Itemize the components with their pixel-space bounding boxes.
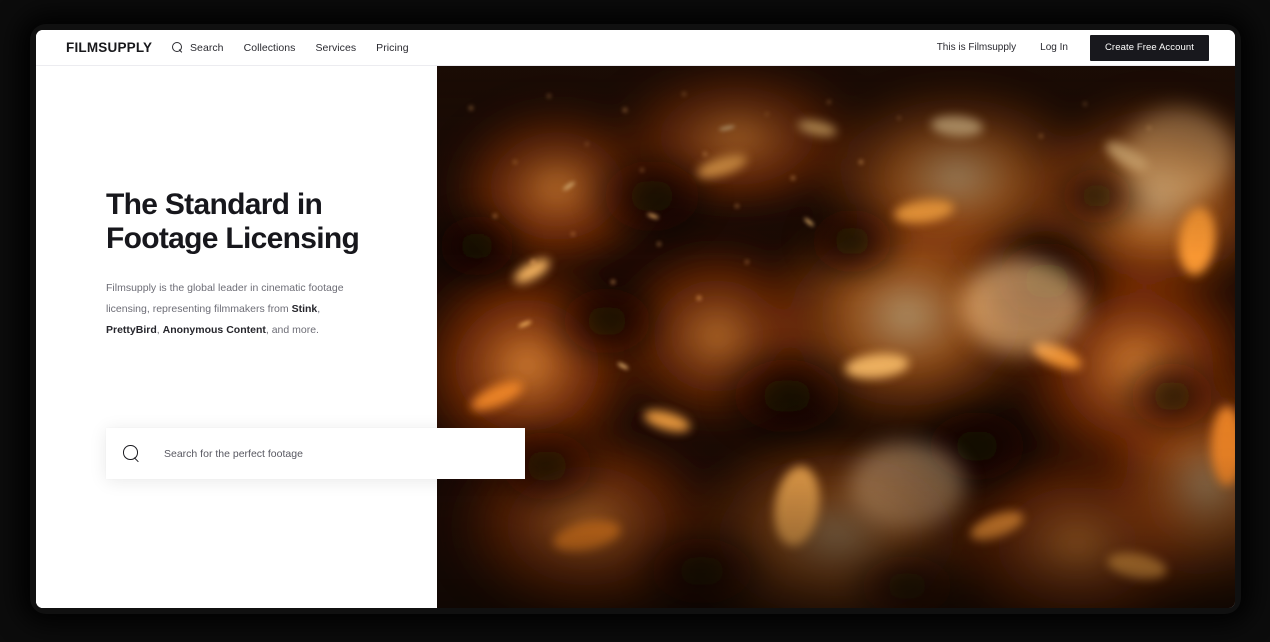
search-icon xyxy=(172,41,184,54)
brand-logo[interactable]: FILMSUPPLY xyxy=(66,40,152,55)
top-navigation-bar: FILMSUPPLY Search Collections Services P… xyxy=(36,30,1235,66)
nav-link-label-search: Search xyxy=(190,41,224,54)
nav-item-services[interactable]: Services xyxy=(316,42,357,54)
page-title: The Standard in Footage Licensing xyxy=(106,188,360,255)
partner-prettybird: PrettyBird xyxy=(106,324,157,337)
subcopy-sep-1: , xyxy=(317,303,321,316)
hero-text-block: The Standard in Footage Licensing Filmsu… xyxy=(106,188,436,341)
search-input[interactable] xyxy=(164,447,511,460)
browser-page-panel: FILMSUPPLY Search Collections Services P… xyxy=(36,30,1235,608)
search-icon xyxy=(123,445,140,462)
login-link[interactable]: Log In xyxy=(1040,42,1068,53)
partner-anonymous-content: Anonymous Content xyxy=(162,324,266,337)
nav-item-collections[interactable]: Collections xyxy=(244,42,296,54)
primary-nav-links: Search Collections Services Pricing xyxy=(172,41,409,54)
create-free-account-button[interactable]: Create Free Account xyxy=(1089,34,1209,61)
partner-stink: Stink xyxy=(291,303,318,316)
secondary-nav-actions: This is Filmsupply Log In Create Free Ac… xyxy=(937,34,1209,61)
hero-subcopy: Filmsupply is the global leader in cinem… xyxy=(106,278,368,341)
screenshot-root: FILMSUPPLY Search Collections Services P… xyxy=(0,0,1270,642)
nav-item-this-is-filmsupply[interactable]: This is Filmsupply xyxy=(937,42,1016,53)
hero-search-bar[interactable] xyxy=(106,428,525,479)
hero-copy-panel: The Standard in Footage Licensing Filmsu… xyxy=(36,66,437,608)
hero-section: The Standard in Footage Licensing Filmsu… xyxy=(36,66,1235,608)
subcopy-part-2: , and more. xyxy=(265,324,319,337)
hero-background-video xyxy=(437,66,1235,608)
nav-item-pricing[interactable]: Pricing xyxy=(376,42,408,54)
nav-item-search[interactable]: Search xyxy=(172,41,224,54)
embers-artwork xyxy=(437,66,1235,608)
